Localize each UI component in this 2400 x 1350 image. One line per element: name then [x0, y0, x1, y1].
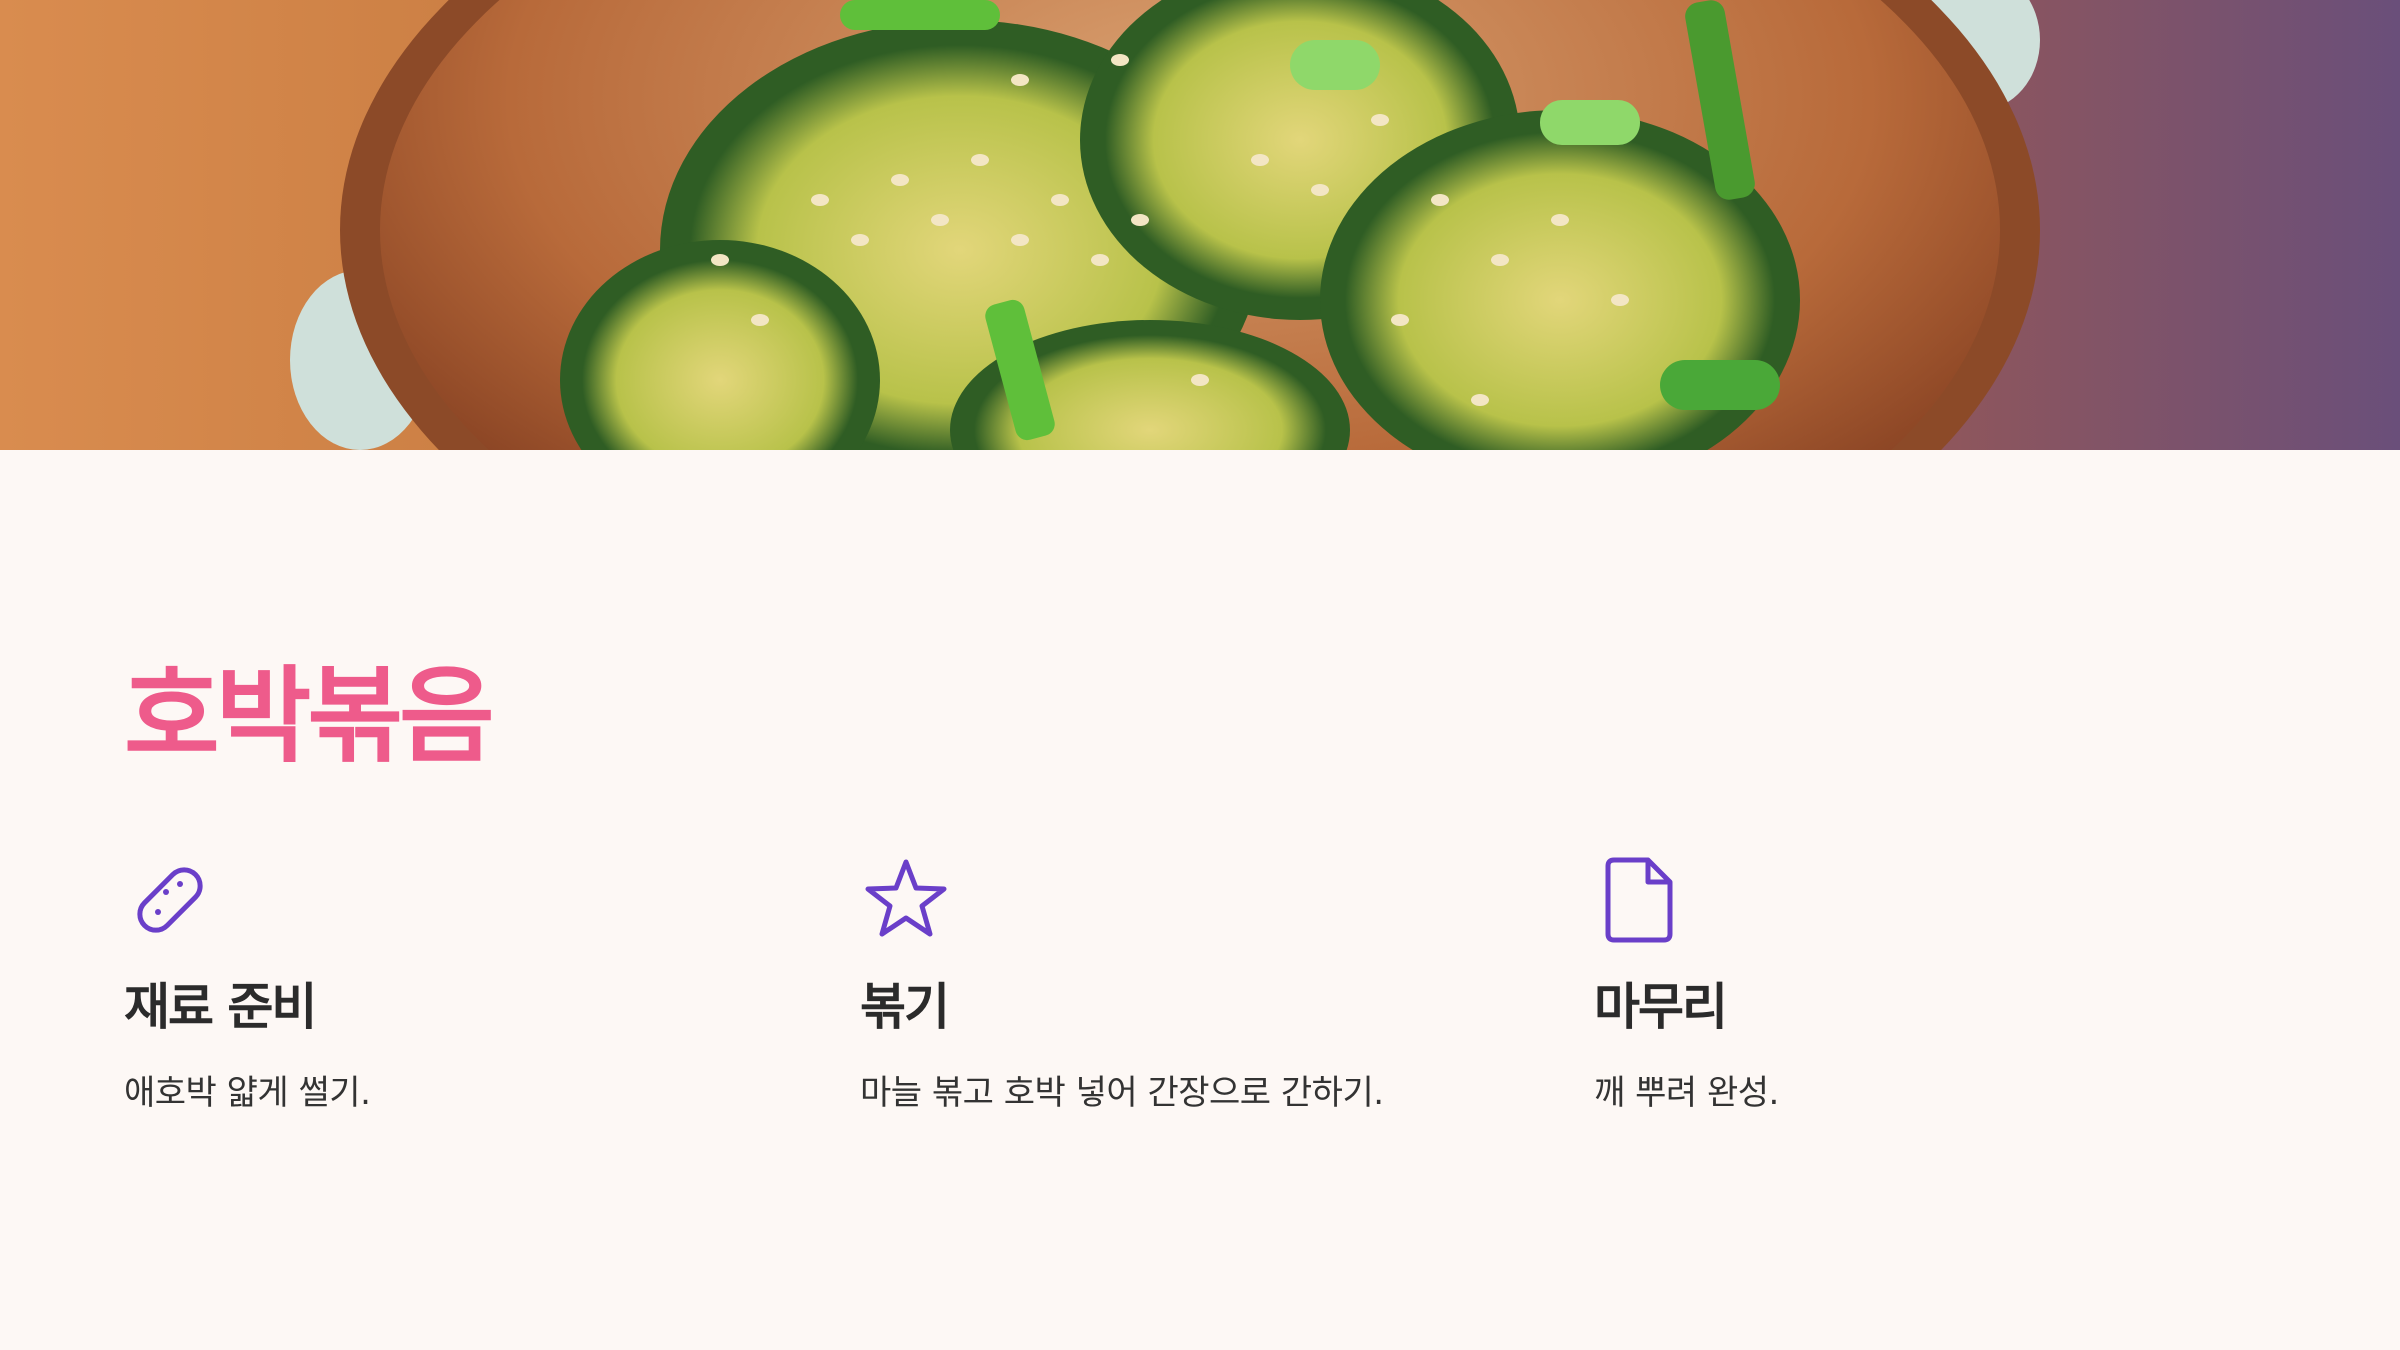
- step-title: 재료 준비: [124, 978, 317, 1036]
- step-title: 볶기: [860, 978, 950, 1036]
- step-prepare: 재료 준비 애호박 얇게 썰기.: [124, 854, 764, 1115]
- step-description: 애호박 얇게 썰기.: [124, 1073, 371, 1113]
- document-icon: [1594, 854, 1686, 946]
- recipe-content: 호박볶음 재료 준비 애호박 얇게 썰기. 볶기 마늘 볶고 호박 넣어 간장으…: [0, 450, 2400, 1350]
- step-finish: 마무리 깨 뿌려 완성.: [1594, 854, 2234, 1115]
- step-description: 깨 뿌려 완성.: [1594, 1073, 1779, 1113]
- step-stir-fry: 볶기 마늘 볶고 호박 넣어 간장으로 간하기.: [860, 854, 1500, 1115]
- step-description: 마늘 볶고 호박 넣어 간장으로 간하기.: [860, 1073, 1384, 1113]
- zucchini-icon: [124, 854, 216, 946]
- page-title: 호박볶음: [124, 655, 495, 777]
- step-title: 마무리: [1594, 978, 1728, 1036]
- star-icon: [860, 854, 952, 946]
- hero-food-photo: [0, 0, 2400, 450]
